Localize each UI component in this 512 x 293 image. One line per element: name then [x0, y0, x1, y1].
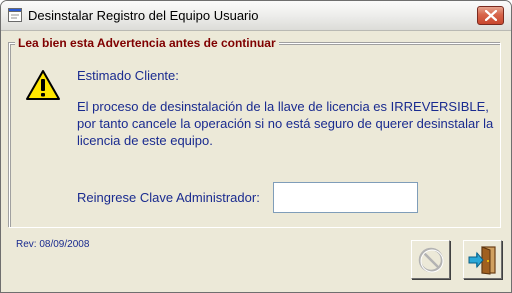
- cancel-icon: [418, 247, 444, 273]
- password-label: Reingrese Clave Administrador:: [77, 190, 260, 205]
- exit-door-icon: [468, 246, 496, 275]
- close-icon: [485, 10, 497, 21]
- warning-icon: [25, 69, 61, 106]
- exit-button[interactable]: [463, 240, 502, 279]
- warning-group-title: Lea bien esta Advertencia antes de conti…: [15, 36, 279, 50]
- revision-label: Rev: 08/09/2008: [16, 239, 90, 250]
- dialog-window: Desinstalar Registro del Equipo Usuario …: [0, 0, 512, 293]
- title-bar[interactable]: Desinstalar Registro del Equipo Usuario: [1, 1, 511, 31]
- cancel-button[interactable]: [411, 240, 450, 279]
- admin-password-input[interactable]: [273, 182, 418, 213]
- window-title: Desinstalar Registro del Equipo Usuario: [28, 8, 259, 23]
- app-icon: [8, 8, 22, 22]
- close-button[interactable]: [477, 6, 504, 25]
- greeting-text: Estimado Cliente:: [77, 68, 179, 83]
- warning-message: El proceso de desinstalación de la llave…: [77, 99, 494, 148]
